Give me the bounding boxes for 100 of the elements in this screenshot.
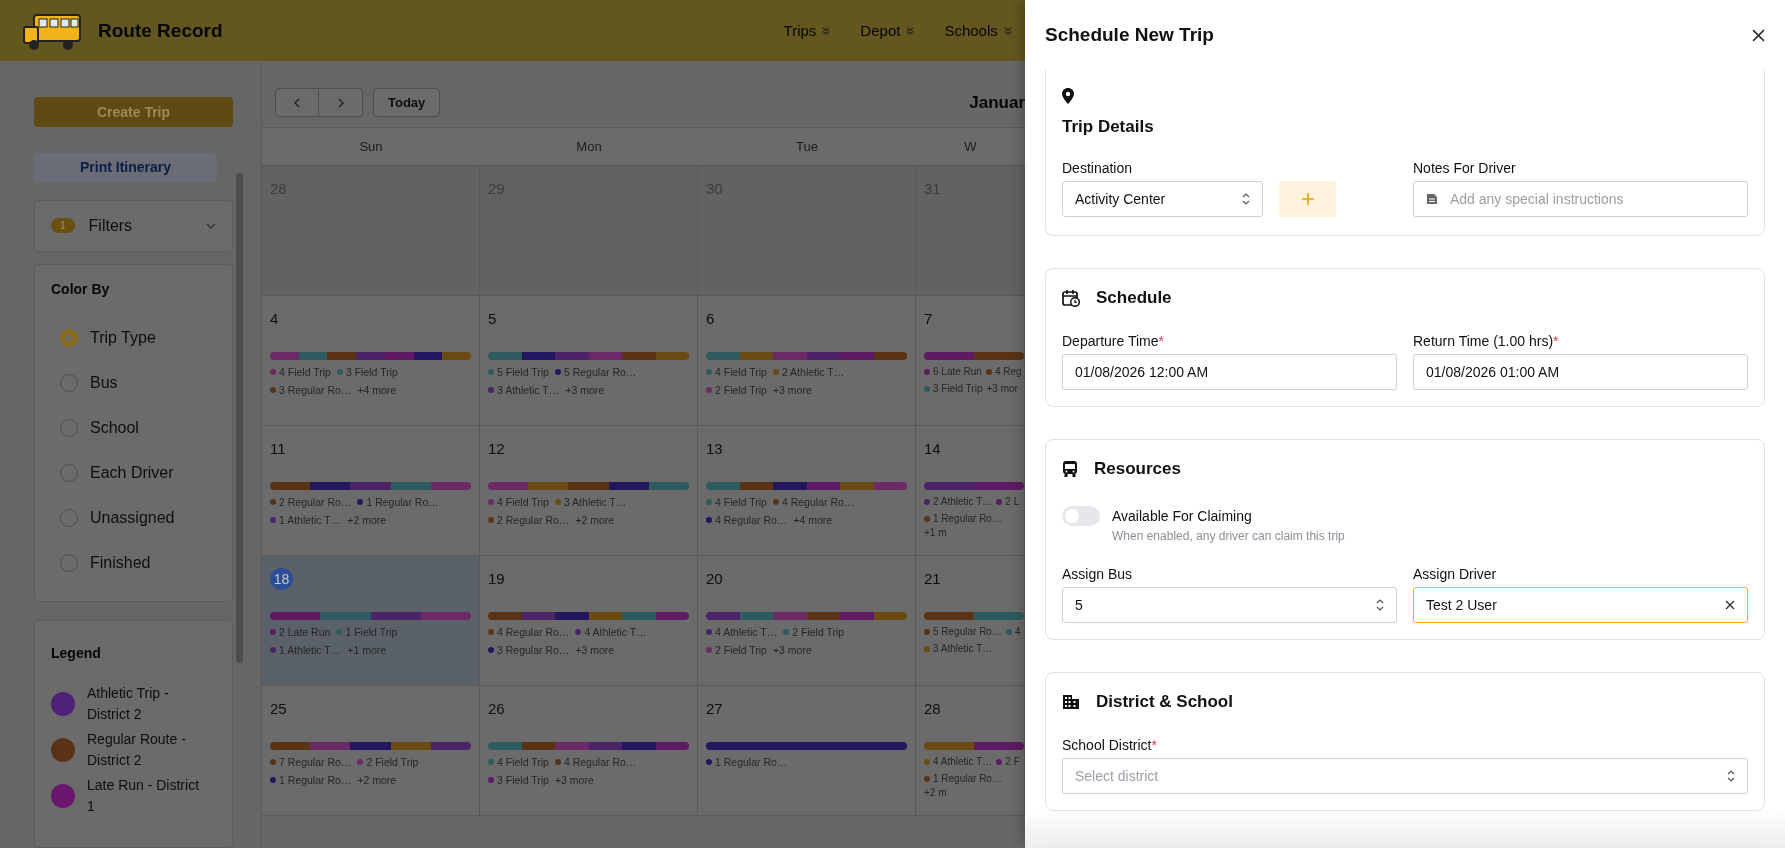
more-link[interactable]: +1 more: [347, 644, 387, 656]
date-time-field[interactable]: 01/08/2026 12:00 AM: [1062, 354, 1397, 390]
today-button[interactable]: Today: [373, 88, 441, 117]
trip-label: 2 Field Trip: [715, 644, 767, 656]
day-cell[interactable]: 11 2 Regular Ro… 1 Regular Ro… 1 Athletic T… +2 more: [262, 426, 480, 556]
section-title: District & School: [1096, 692, 1233, 712]
radio-option[interactable]: Unassigned: [51, 495, 216, 540]
field-label: Notes For Driver: [1413, 160, 1517, 176]
day-number: 12: [488, 439, 505, 459]
more-link[interactable]: +4 more: [793, 514, 833, 526]
day-number: 20: [706, 569, 723, 589]
create-trip-button[interactable]: Create Trip: [34, 97, 233, 127]
trip-label: 3 Field Trip: [933, 383, 983, 394]
radio-option[interactable]: Trip Type: [51, 315, 216, 360]
more-link[interactable]: +3 more: [554, 774, 594, 786]
trip-label: 2 Regular Ro…: [279, 496, 352, 508]
trip-label: 2 Field Trip: [792, 626, 845, 638]
destination-select[interactable]: Activity Center: [1062, 181, 1263, 217]
day-cell[interactable]: 26 4 Field Trip 4 Regular Ro… 3 Field Trip +3 more: [480, 686, 698, 816]
day-cell[interactable]: 5 5 Field Trip 5 Regular Ro… 3 Athletic T… +3 more: [480, 296, 698, 426]
field-label: Assign Driver: [1413, 566, 1498, 582]
more-link[interactable]: +3 more: [772, 644, 812, 656]
notes-field[interactable]: Add any special instructions: [1413, 181, 1748, 217]
clear-icon[interactable]: [1725, 600, 1735, 610]
trip-label: 3 Regular Ro…: [279, 384, 352, 396]
day-cell[interactable]: 18 2 Late Run 1 Field Trip 1 Athletic T… +1 more: [262, 556, 480, 686]
trip-label: 4 Field Trip: [279, 366, 331, 378]
trip-label: 1 Regular Ro…: [933, 773, 1002, 784]
radio-option[interactable]: Bus: [51, 360, 216, 405]
more-link[interactable]: +1 m: [924, 527, 947, 538]
more-link[interactable]: +3 more: [772, 384, 812, 396]
print-itinerary-button[interactable]: Print Itinerary: [34, 152, 217, 182]
day-number: 19: [488, 569, 505, 589]
day-number: 14: [924, 439, 941, 459]
radio-option[interactable]: School: [51, 405, 216, 450]
day-number: 7: [924, 309, 933, 329]
field-label: Return Time (1.00 hrs)*: [1413, 333, 1560, 349]
trip-label: 3 Field Trip: [497, 774, 549, 786]
add-destination-button[interactable]: [1279, 181, 1336, 217]
trip-label: 2 Field Trip: [366, 756, 419, 768]
more-link[interactable]: +2 more: [347, 514, 387, 526]
more-link[interactable]: +3 more: [565, 384, 605, 396]
more-link[interactable]: +2 more: [357, 774, 397, 786]
legend-label: Late Run - District 1: [87, 776, 201, 816]
card-title: Legend: [51, 645, 102, 661]
district-select[interactable]: Select district: [1062, 758, 1748, 794]
card-title: Color By: [51, 281, 111, 297]
radio-option[interactable]: Finished: [51, 540, 216, 585]
plus-icon: [1300, 192, 1315, 206]
previous-button[interactable]: [275, 88, 319, 117]
scrollbar[interactable]: [236, 173, 243, 663]
trip-label: 4 Field Trip: [497, 496, 549, 508]
building-icon: [1062, 694, 1080, 710]
day-cell[interactable]: 25 7 Regular Ro… 2 Field Trip 1 Regular Ro… +2 more: [262, 686, 480, 816]
more-link[interactable]: +2 m: [924, 787, 947, 798]
trip-label: 1 Regular Ro…: [279, 774, 352, 786]
trip-label: 4: [1014, 626, 1021, 637]
trip-label: 1 Regular Ro…: [933, 513, 1002, 524]
more-link[interactable]: +3 more: [575, 644, 615, 656]
app-name: Route Record: [98, 19, 223, 42]
toggle-switch[interactable]: [1062, 506, 1100, 526]
section-title: Resources: [1094, 459, 1181, 479]
filters-dropdown[interactable]: 1 Filters: [34, 199, 233, 252]
section-title: Trip Details: [1062, 117, 1155, 137]
nav-menu[interactable]: Trips: [783, 22, 831, 39]
day-cell[interactable]: 13 4 Field Trip 4 Regular Ro… 4 Regular Ro… +4 more: [698, 426, 916, 556]
radio-option[interactable]: Each Driver: [51, 450, 216, 495]
trip-label: 4 Athletic T…: [584, 626, 647, 638]
field-label: Destination: [1062, 160, 1134, 176]
double-chevron-icon: [906, 26, 915, 35]
nav-menu[interactable]: Depot: [860, 22, 915, 39]
more-link[interactable]: +2 more: [575, 514, 615, 526]
trip-label: 4 Regular Ro…: [715, 514, 788, 526]
updown-icon: [1242, 193, 1250, 205]
trip-label: 1 Athletic T…: [279, 514, 342, 526]
day-cell[interactable]: 4 4 Field Trip 3 Field Trip 3 Regular Ro… +4 more: [262, 296, 480, 426]
more-link[interactable]: +4 more: [357, 384, 397, 396]
field-label: Assign Bus: [1062, 566, 1134, 582]
date-time-field[interactable]: 01/08/2026 01:00 AM: [1413, 354, 1748, 390]
trip-label: 1 Athletic T…: [279, 644, 342, 656]
day-cell[interactable]: 27 1 Regular Ro…: [698, 686, 916, 816]
toggle-label: Available For Claiming: [1112, 508, 1253, 524]
day-cell[interactable]: 19 4 Regular Ro… 4 Athletic T… 3 Regular Ro… +3 more: [480, 556, 698, 686]
trip-label: 3 Athletic T…: [933, 643, 993, 654]
bus-select[interactable]: 5: [1062, 587, 1397, 623]
bus-icon: [1062, 460, 1078, 478]
day-cell[interactable]: 12 4 Field Trip 3 Athletic T… 2 Regular Ro… +2 more: [480, 426, 698, 556]
day-cell[interactable]: 6 4 Field Trip 2 Athletic T… 2 Field Trip +3 more: [698, 296, 916, 426]
chevron-right-icon: [337, 97, 344, 108]
trip-label: 3 Regular Ro…: [497, 644, 570, 656]
day-cell[interactable]: 20 4 Athletic T… 2 Field Trip 2 Field Trip +3 more: [698, 556, 916, 686]
driver-select[interactable]: Test 2 User: [1413, 587, 1748, 623]
trip-label: 3 Field Trip: [345, 366, 398, 378]
nav-menu[interactable]: Schools: [944, 22, 1012, 39]
updown-icon: [1727, 770, 1735, 782]
trip-label: 3 Athletic T…: [563, 496, 627, 508]
trip-label: 2 Athletic T…: [781, 366, 845, 378]
chevron-down-icon: [206, 222, 216, 229]
more-link[interactable]: +3 mor: [986, 383, 1018, 394]
next-button[interactable]: [319, 88, 363, 117]
